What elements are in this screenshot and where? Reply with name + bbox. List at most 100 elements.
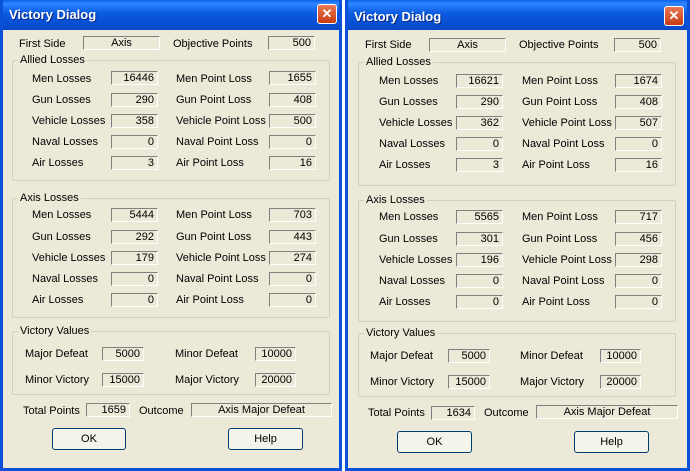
allied-gun-point-loss-label: Gun Point Loss: [176, 94, 252, 106]
allied-air-point-loss-label: Air Point Loss: [176, 157, 244, 169]
allied-men-losses-field: 16446: [111, 71, 158, 85]
axis-air-point-loss-field: 0: [615, 295, 662, 309]
allied-losses-title: Allied Losses: [18, 53, 87, 67]
axis-men-point-loss-label: Men Point Loss: [522, 211, 598, 223]
objective-points-field: 500: [268, 36, 315, 50]
axis-naval-point-loss-field: 0: [269, 272, 316, 286]
victory-dialog-left: Victory Dialog ✕ First Side Axis Objecti…: [0, 0, 342, 471]
axis-vehicle-losses-label: Vehicle Losses: [32, 252, 106, 264]
allied-vehicle-losses-field: 362: [456, 116, 503, 130]
allied-men-losses-label: Men Losses: [32, 73, 92, 85]
victory-values-title: Victory Values: [364, 326, 438, 340]
first-side-field: Axis: [429, 38, 506, 52]
axis-men-point-loss-field: 703: [269, 208, 316, 222]
axis-air-point-loss-field: 0: [269, 293, 316, 307]
allied-gun-point-loss-field: 408: [269, 93, 316, 107]
major-victory-field: 20000: [600, 375, 641, 389]
allied-gun-losses-label: Gun Losses: [32, 94, 91, 106]
total-points-field: 1659: [86, 403, 130, 417]
minor-defeat-label: Minor Defeat: [520, 350, 583, 362]
axis-gun-losses-field: 301: [456, 232, 503, 246]
allied-air-point-loss-field: 16: [615, 158, 662, 172]
allied-naval-losses-label: Naval Losses: [379, 138, 446, 150]
victory-values-title: Victory Values: [18, 324, 92, 338]
minor-victory-label: Minor Victory: [25, 374, 89, 386]
dialog-title: Victory Dialog: [9, 7, 97, 22]
allied-air-losses-label: Air Losses: [32, 157, 84, 169]
allied-vehicle-losses-label: Vehicle Losses: [379, 117, 453, 129]
allied-men-losses-field: 16621: [456, 74, 503, 88]
allied-gun-point-loss-field: 408: [615, 95, 662, 109]
allied-vehicle-point-loss-field: 500: [269, 114, 316, 128]
axis-gun-point-loss-field: 443: [269, 230, 316, 244]
outcome-field: Axis Major Defeat: [191, 403, 332, 417]
allied-naval-losses-label: Naval Losses: [32, 136, 99, 148]
axis-air-point-loss-label: Air Point Loss: [176, 294, 244, 306]
axis-men-losses-field: 5444: [111, 208, 158, 222]
allied-gun-losses-label: Gun Losses: [379, 96, 438, 108]
allied-naval-point-loss-label: Naval Point Loss: [522, 138, 605, 150]
axis-naval-losses-label: Naval Losses: [379, 275, 446, 287]
axis-gun-losses-label: Gun Losses: [32, 231, 91, 243]
allied-men-point-loss-label: Men Point Loss: [176, 73, 252, 85]
axis-gun-losses-label: Gun Losses: [379, 233, 438, 245]
allied-men-point-loss-label: Men Point Loss: [522, 75, 598, 87]
minor-victory-field: 15000: [448, 375, 490, 389]
outcome-field: Axis Major Defeat: [536, 405, 678, 419]
total-points-field: 1634: [431, 406, 475, 420]
allied-naval-point-loss-label: Naval Point Loss: [176, 136, 259, 148]
minor-victory-field: 15000: [102, 373, 144, 387]
allied-gun-losses-field: 290: [111, 93, 158, 107]
first-side-label: First Side: [19, 38, 66, 50]
close-button[interactable]: ✕: [664, 6, 684, 26]
ok-button[interactable]: OK: [52, 428, 126, 450]
axis-naval-losses-label: Naval Losses: [32, 273, 99, 285]
help-button[interactable]: Help: [574, 431, 649, 453]
axis-losses-title: Axis Losses: [364, 193, 427, 207]
axis-gun-losses-field: 292: [111, 230, 158, 244]
minor-victory-label: Minor Victory: [370, 376, 434, 388]
axis-vehicle-point-loss-field: 298: [615, 253, 662, 267]
minor-defeat-field: 10000: [600, 349, 641, 363]
help-button[interactable]: Help: [228, 428, 303, 450]
major-defeat-field: 5000: [102, 347, 144, 361]
axis-vehicle-point-loss-label: Vehicle Point Loss: [522, 254, 612, 266]
victory-dialog-right: Victory Dialog ✕ First Side Axis Objecti…: [345, 0, 690, 471]
title-bar: Victory Dialog ✕: [3, 0, 339, 30]
allied-men-point-loss-field: 1655: [269, 71, 316, 85]
axis-vehicle-losses-label: Vehicle Losses: [379, 254, 453, 266]
allied-naval-point-loss-field: 0: [269, 135, 316, 149]
axis-vehicle-losses-field: 179: [111, 251, 158, 265]
allied-air-point-loss-label: Air Point Loss: [522, 159, 590, 171]
first-side-field: Axis: [83, 36, 160, 50]
axis-men-losses-label: Men Losses: [379, 211, 439, 223]
axis-gun-point-loss-label: Gun Point Loss: [176, 231, 252, 243]
close-button[interactable]: ✕: [317, 4, 337, 24]
allied-naval-point-loss-field: 0: [615, 137, 662, 151]
axis-men-point-loss-label: Men Point Loss: [176, 209, 252, 221]
axis-gun-point-loss-field: 456: [615, 232, 662, 246]
axis-air-losses-field: 0: [456, 295, 503, 309]
outcome-label: Outcome: [139, 405, 184, 417]
allied-air-losses-field: 3: [456, 158, 503, 172]
axis-gun-point-loss-label: Gun Point Loss: [522, 233, 598, 245]
allied-vehicle-point-loss-label: Vehicle Point Loss: [176, 115, 266, 127]
ok-button[interactable]: OK: [397, 431, 472, 453]
objective-points-label: Objective Points: [519, 39, 599, 51]
first-side-label: First Side: [365, 39, 412, 51]
title-bar: Victory Dialog ✕: [348, 0, 687, 30]
major-victory-label: Major Victory: [520, 376, 584, 388]
allied-vehicle-point-loss-field: 507: [615, 116, 662, 130]
major-defeat-label: Major Defeat: [25, 348, 88, 360]
axis-vehicle-point-loss-field: 274: [269, 251, 316, 265]
allied-gun-losses-field: 290: [456, 95, 503, 109]
axis-vehicle-losses-field: 196: [456, 253, 503, 267]
axis-naval-point-loss-label: Naval Point Loss: [176, 273, 259, 285]
axis-naval-losses-field: 0: [111, 272, 158, 286]
axis-naval-point-loss-field: 0: [615, 274, 662, 288]
axis-air-point-loss-label: Air Point Loss: [522, 296, 590, 308]
allied-air-point-loss-field: 16: [269, 156, 316, 170]
minor-defeat-field: 10000: [255, 347, 296, 361]
axis-men-losses-label: Men Losses: [32, 209, 92, 221]
allied-vehicle-losses-field: 358: [111, 114, 158, 128]
